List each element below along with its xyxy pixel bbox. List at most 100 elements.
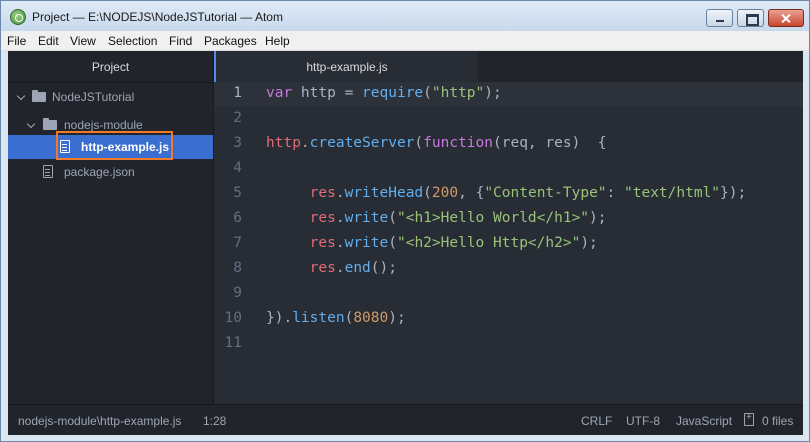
code-token: .: [335, 210, 345, 226]
code-token: (: [388, 210, 397, 226]
code-line[interactable]: 9: [214, 282, 803, 307]
code-token: "<h2>Hello Http</h2>": [396, 235, 581, 251]
status-file-path[interactable]: nodejs-module\http-example.js: [18, 414, 181, 428]
workspace: Project NodeJSTutorial nodejs-module htt…: [8, 51, 803, 435]
code-line[interactable]: 10 }).listen(8080);: [214, 307, 803, 332]
code-token: ();: [370, 260, 397, 276]
tab-http-example[interactable]: http-example.js: [214, 51, 478, 83]
code-text: res.write("<h2>Hello Http</h2>");: [266, 235, 598, 251]
status-grammar[interactable]: JavaScript: [676, 414, 732, 428]
code-token: );: [388, 310, 406, 326]
status-cursor-position[interactable]: 1:28: [203, 414, 226, 428]
menu-edit[interactable]: Edit: [38, 34, 59, 48]
code-token: end: [344, 260, 371, 276]
folder-icon: [32, 90, 46, 102]
code-token: );: [484, 85, 502, 101]
menu-packages[interactable]: Packages: [204, 34, 257, 48]
code-line[interactable]: 11: [214, 332, 803, 357]
code-token: 8080: [353, 310, 389, 326]
status-encoding[interactable]: UTF-8: [626, 414, 660, 428]
status-line-ending[interactable]: CRLF: [581, 414, 612, 428]
chevron-down-icon: [16, 91, 26, 101]
code-token: write: [344, 210, 389, 226]
code-line[interactable]: 7 res.write("<h2>Hello Http</h2>");: [214, 232, 803, 257]
code-token: res: [309, 260, 336, 276]
title-bar[interactable]: Project — E:\NODEJS\NodeJSTutorial — Ato…: [1, 1, 809, 31]
status-git-files[interactable]: 0 files: [762, 414, 793, 428]
line-number: 9: [233, 285, 242, 301]
code-token: , {: [458, 185, 485, 201]
code-token: "text/html": [624, 185, 721, 201]
code-token: (: [423, 85, 432, 101]
code-line[interactable]: 4: [214, 157, 803, 182]
tree-item-selected-file[interactable]: http-example.js: [8, 135, 213, 159]
code-token: 200: [431, 185, 459, 201]
code-token: function: [423, 135, 493, 151]
code-token: );: [580, 235, 598, 251]
code-token: (req, res) {: [493, 135, 607, 151]
code-token: :: [606, 185, 624, 201]
code-token: }).: [266, 310, 293, 326]
folder-icon: [43, 118, 57, 130]
code-token: });: [720, 185, 747, 201]
tree-view-header[interactable]: Project: [8, 51, 213, 83]
minimize-button[interactable]: [706, 9, 733, 27]
line-number: 7: [233, 235, 242, 251]
code-editor[interactable]: 1 var http = require("http"); 2 3 http.creat…: [214, 82, 803, 404]
code-token: );: [589, 210, 607, 226]
code-line[interactable]: 1 var http = require("http");: [214, 82, 803, 107]
menu-file[interactable]: File: [7, 34, 26, 48]
tree-item-root[interactable]: NodeJSTutorial: [8, 85, 213, 109]
tab-bar: http-example.js: [214, 51, 803, 83]
tree-item-label: NodeJSTutorial: [52, 90, 135, 104]
menu-bar: File Edit View Selection Find Packages H…: [1, 31, 809, 51]
status-bar: nodejs-module\http-example.js 1:28 CRLF …: [8, 404, 803, 435]
code-token: .: [335, 235, 345, 251]
menu-help[interactable]: Help: [265, 34, 290, 48]
code-line[interactable]: 2: [214, 107, 803, 132]
window-title: Project — E:\NODEJS\NodeJSTutorial — Ato…: [32, 10, 283, 24]
menu-selection[interactable]: Selection: [108, 34, 157, 48]
menu-view[interactable]: View: [70, 34, 96, 48]
code-token: var: [266, 85, 293, 101]
code-line[interactable]: 6 res.write("<h1>Hello World</h1>");: [214, 207, 803, 232]
code-token: .: [335, 260, 345, 276]
file-icon: [60, 140, 70, 153]
code-token: write: [344, 235, 389, 251]
maximize-button[interactable]: [737, 9, 764, 27]
menu-find[interactable]: Find: [169, 34, 192, 48]
tree-item-label: http-example.js: [81, 140, 170, 154]
code-line[interactable]: 8 res.end();: [214, 257, 803, 282]
tree-item-label: nodejs-module: [64, 118, 143, 132]
code-token: http =: [292, 85, 363, 101]
file-icon: [43, 165, 53, 178]
line-number: 6: [233, 210, 242, 226]
code-token: .: [335, 185, 345, 201]
code-token: createServer: [309, 135, 415, 151]
line-number: 4: [233, 160, 242, 176]
line-number: 2: [233, 110, 242, 126]
code-token: .: [300, 135, 310, 151]
close-button[interactable]: [768, 9, 804, 27]
code-token: "Content-Type": [484, 185, 607, 201]
line-number: 8: [233, 260, 242, 276]
code-line[interactable]: 5 res.writeHead(200, {"Content-Type": "t…: [214, 182, 803, 207]
code-line[interactable]: 3 http.createServer(function(req, res) {: [214, 132, 803, 157]
code-text: var http = require("http");: [266, 85, 502, 101]
tree-item-file[interactable]: package.json: [8, 160, 213, 184]
git-status-icon: [744, 412, 754, 426]
code-text: http.createServer(function(req, res) {: [266, 135, 607, 151]
line-number: 10: [224, 310, 242, 326]
atom-window: Project — E:\NODEJS\NodeJSTutorial — Ato…: [0, 0, 810, 442]
code-text: }).listen(8080);: [266, 310, 406, 326]
code-text: res.end();: [266, 260, 397, 276]
code-token: "http": [431, 85, 485, 101]
line-number: 11: [224, 335, 242, 351]
tree-item-folder[interactable]: nodejs-module: [8, 113, 213, 137]
atom-logo-icon: [10, 9, 26, 25]
code-text: res.writeHead(200, {"Content-Type": "tex…: [266, 185, 747, 201]
tree-view: Project NodeJSTutorial nodejs-module htt…: [8, 51, 213, 404]
